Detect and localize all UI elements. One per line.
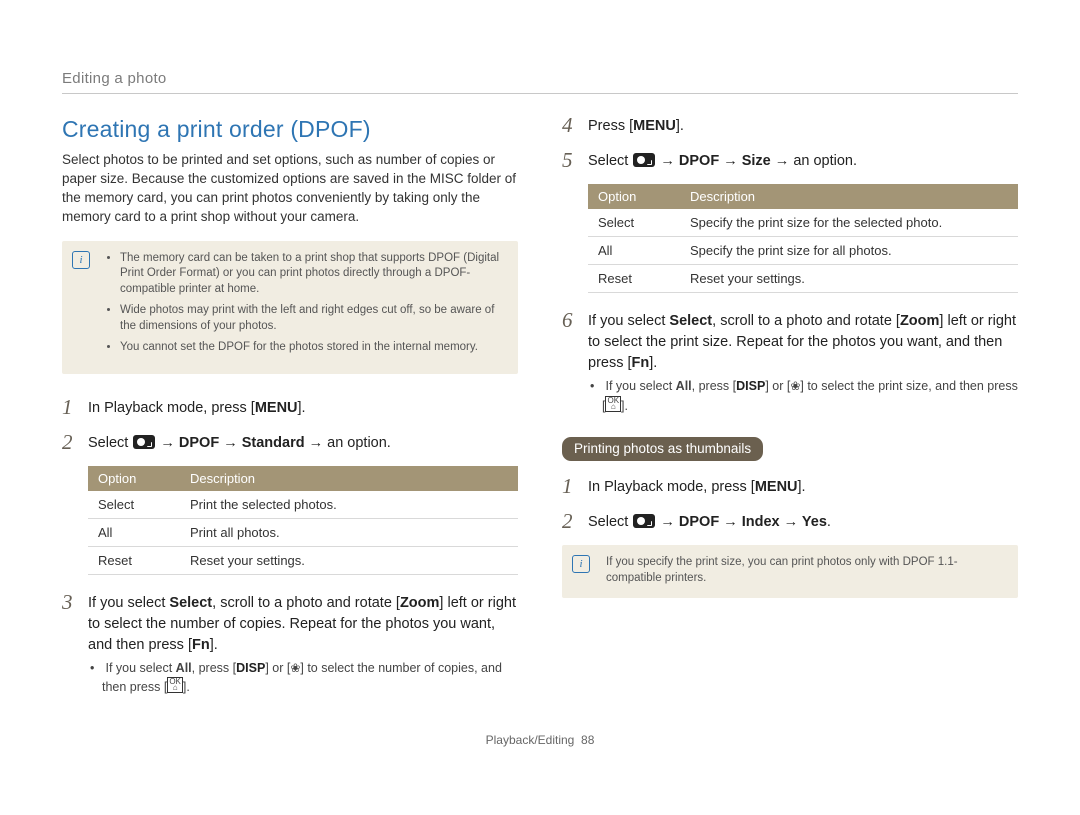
content-columns: Creating a print order (DPOF) Select pho…: [62, 114, 1018, 709]
note-item: The memory card can be taken to a print …: [120, 251, 504, 298]
note-text: If you specify the print size, you can p…: [606, 556, 958, 584]
col-option: Option: [588, 184, 680, 209]
step-3-substep: • If you select All, press [DISP] or [❀]…: [88, 660, 518, 697]
options-table-size: Option Description SelectSpecify the pri…: [588, 184, 1018, 293]
note-list: The memory card can be taken to a print …: [106, 251, 504, 356]
step-2: 2 Select → DPOF → Standard → an option.: [62, 431, 518, 454]
step-number: 5: [562, 149, 578, 171]
step-number: 2: [62, 431, 78, 453]
breadcrumb: Editing a photo: [62, 70, 1018, 94]
step-text: Select → DPOF → Size → an option.: [588, 149, 1018, 172]
table-row: AllSpecify the print size for all photos…: [588, 237, 1018, 265]
step-number: 2: [562, 510, 578, 532]
disp-key: DISP: [236, 660, 265, 678]
step-6: 6 If you select Select, scroll to a phot…: [562, 309, 1018, 415]
note-box: i The memory card can be taken to a prin…: [62, 241, 518, 374]
thumb-step-2: 2 Select → DPOF → Index → Yes.: [562, 510, 1018, 533]
section-title: Creating a print order (DPOF): [62, 116, 518, 143]
step-number: 3: [62, 591, 78, 613]
step-text: If you select Select, scroll to a photo …: [588, 309, 1018, 415]
menu-key: MENU: [255, 400, 298, 416]
step-6-substep: • If you select All, press [DISP] or [❀]…: [588, 378, 1018, 415]
step-text: If you select Select, scroll to a photo …: [88, 591, 518, 697]
settings-gear-icon: [633, 514, 655, 528]
note-item: Wide photos may print with the left and …: [120, 303, 504, 334]
table-header-row: Option Description: [88, 466, 518, 491]
table-row: SelectSpecify the print size for the sel…: [588, 209, 1018, 237]
table-row: AllPrint all photos.: [88, 518, 518, 546]
step-number: 1: [62, 396, 78, 418]
step-number: 6: [562, 309, 578, 331]
step-5-table-wrap: Option Description SelectSpecify the pri…: [562, 184, 1018, 293]
step-text: Press [MENU].: [588, 114, 1018, 137]
table-header-row: Option Description: [588, 184, 1018, 209]
step-text: Select → DPOF → Index → Yes.: [588, 510, 1018, 533]
note-icon: i: [572, 555, 590, 573]
macro-icon: ❀: [290, 660, 300, 677]
col-description: Description: [180, 466, 518, 491]
step-text: In Playback mode, press [MENU].: [588, 475, 1018, 498]
ok-key-icon: OK⌂: [167, 677, 183, 693]
ok-key-icon: OK⌂: [605, 396, 621, 412]
options-table-standard: Option Description SelectPrint the selec…: [88, 466, 518, 575]
step-number: 1: [562, 475, 578, 497]
step-2-table-wrap: Option Description SelectPrint the selec…: [62, 466, 518, 575]
thumb-step-1: 1 In Playback mode, press [MENU].: [562, 475, 1018, 498]
settings-gear-icon: [133, 435, 155, 449]
manual-page: Editing a photo Creating a print order (…: [0, 0, 1080, 777]
step-4: 4 Press [MENU].: [562, 114, 1018, 137]
note-icon: i: [72, 251, 90, 269]
right-column: 4 Press [MENU]. 5 Select → DPOF → Size →…: [562, 114, 1018, 709]
note-box-2: i If you specify the print size, you can…: [562, 545, 1018, 598]
disp-key: DISP: [736, 378, 765, 396]
step-3: 3 If you select Select, scroll to a phot…: [62, 591, 518, 697]
table-row: ResetReset your settings.: [588, 265, 1018, 293]
left-column: Creating a print order (DPOF) Select pho…: [62, 114, 518, 709]
col-option: Option: [88, 466, 180, 491]
col-description: Description: [680, 184, 1018, 209]
subsection-badge: Printing photos as thumbnails: [562, 437, 763, 461]
step-5: 5 Select → DPOF → Size → an option.: [562, 149, 1018, 172]
table-row: ResetReset your settings.: [88, 546, 518, 574]
page-footer: Playback/Editing 88: [62, 733, 1018, 747]
step-number: 4: [562, 114, 578, 136]
menu-key: MENU: [633, 118, 676, 134]
intro-paragraph: Select photos to be printed and set opti…: [62, 151, 518, 227]
macro-icon: ❀: [790, 378, 800, 395]
note-item: You cannot set the DPOF for the photos s…: [120, 340, 504, 356]
step-text: In Playback mode, press [MENU].: [88, 396, 518, 419]
table-row: SelectPrint the selected photos.: [88, 491, 518, 519]
step-1: 1 In Playback mode, press [MENU].: [62, 396, 518, 419]
menu-key: MENU: [755, 479, 798, 495]
step-text: Select → DPOF → Standard → an option.: [88, 431, 518, 454]
settings-gear-icon: [633, 153, 655, 167]
